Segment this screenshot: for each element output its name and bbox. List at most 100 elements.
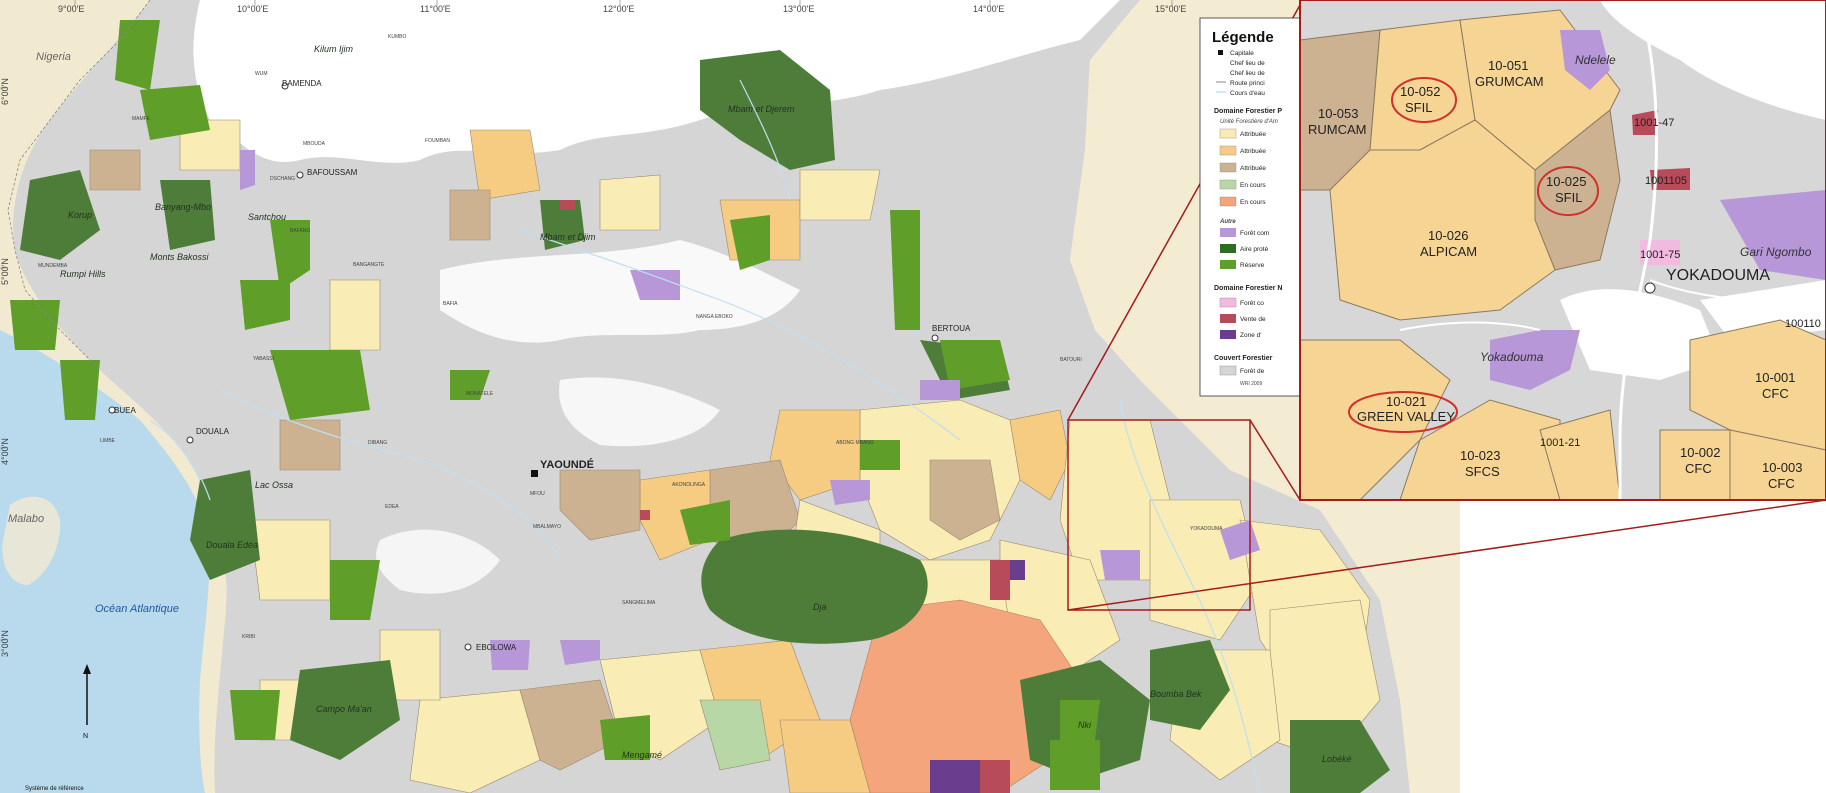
reference-label: Système de référence [25, 786, 84, 792]
park-label-mengame: Mengamé [622, 750, 662, 760]
zoom-name-10-002: CFC [1685, 461, 1712, 476]
city-edea: EDEA [385, 504, 399, 510]
city-dibang: DIBANG [368, 440, 387, 446]
legend-swatch-9 [1219, 297, 1237, 308]
zoom-name-10-026: ALPICAM [1420, 244, 1477, 259]
legend-swatch-5 [1219, 196, 1237, 207]
legend-item-reserve: Réserve [1240, 262, 1265, 269]
legend-swatch-2 [1219, 145, 1237, 156]
zoom-id-10-021: 10-021 [1386, 394, 1426, 409]
north-label: N [83, 733, 88, 740]
park-label-lac-ossa: Lac Ossa [255, 480, 293, 490]
city-marker-ebolowa [464, 643, 472, 651]
park-label-nki: Nki [1078, 720, 1092, 730]
legend-item-foret-co: Forêt co [1240, 300, 1264, 307]
legend-item-vente: Vente de [1240, 316, 1266, 323]
park-label-banyang: Banyang-Mbo [155, 202, 211, 212]
zoom-name-10-025: SFIL [1555, 190, 1582, 205]
park-label-boumba: Boumba Bek [1150, 689, 1202, 699]
legend-title: Légende [1212, 29, 1274, 46]
legend-sub-autre: Autre [1219, 219, 1236, 225]
city-bafoussam: BAFOUSSAM [307, 168, 358, 177]
park-label-campo: Campo Ma'an [316, 704, 372, 714]
zoom-plot-1: 1001-47 [1634, 117, 1674, 129]
city-yabassi: YABASSI [253, 356, 274, 362]
city-mbalmayo: MBALMAYO [533, 524, 561, 530]
park-label-rumpi: Rumpi Hills [60, 269, 106, 279]
zoom-id-10-026: 10-026 [1428, 228, 1468, 243]
legend-swatch-12 [1219, 365, 1237, 376]
city-akonolinga: AKONOLINGA [672, 482, 706, 488]
city-yaounde: YAOUNDÉ [540, 458, 594, 471]
zoom-name-10-003: CFC [1768, 476, 1795, 491]
city-yokadouma: YOKADOUMA [1190, 526, 1223, 532]
coord-12e: 12°00'E [603, 4, 634, 14]
city-sangmelima: SANGMELIMA [622, 600, 656, 606]
legend-section-dfnp: Domaine Forestier N [1214, 285, 1282, 292]
legend-item-route: Route princi [1230, 80, 1265, 87]
zoom-id-10-052: 10-052 [1400, 84, 1440, 99]
zoom-plot-2: 1001105 [1645, 175, 1687, 187]
city-bertoua: BERTOUA [932, 324, 971, 333]
legend-item-river: Cours d'eau [1230, 90, 1265, 97]
city-mfou: MFOU [530, 491, 545, 497]
city-dschang: DSCHANG [270, 176, 295, 182]
zoom-name-10-052: SFIL [1405, 100, 1432, 115]
coord-6n: 6°00'N [0, 78, 10, 105]
city-wum: WUM [255, 71, 268, 77]
zoom-plot-5: 100110 [1785, 318, 1821, 330]
zoom-name-10-023: SFCS [1465, 464, 1500, 479]
city-bamenda: BAMENDA [282, 79, 322, 88]
park-label-mbam-djim: Mbam et Djim [540, 232, 596, 242]
coord-11e: 11°00'E [420, 4, 451, 14]
legend-sub-ufa: Unité Forestière d'Am [1220, 119, 1278, 125]
zoom-plot-4: 1001-21 [1540, 437, 1580, 449]
zoom-label-yokadouma-park: Yokadouma [1480, 350, 1544, 364]
city-kribi: KRIBI [242, 634, 255, 640]
coord-5n: 5°00'N [0, 258, 10, 285]
legend-item-zone: Zone d' [1240, 332, 1261, 339]
city-buea: BUEA [114, 406, 136, 415]
legend-item-foret-dense: Forêt de [1240, 368, 1265, 375]
legend-item-chef-lieu-2: Chef lieu de [1230, 70, 1265, 77]
zoom-label-ndelele: Ndelele [1575, 53, 1616, 67]
zoom-id-10-023: 10-023 [1460, 448, 1500, 463]
coord-9e: 9°00'E [58, 4, 84, 14]
zoom-name-10-021: GREEN VALLEY [1357, 409, 1455, 424]
coord-13e: 13°00'E [783, 4, 814, 14]
legend-swatch-8 [1220, 260, 1236, 269]
park-label-korup: Korup [68, 210, 92, 220]
legend-swatch-7 [1220, 244, 1236, 253]
capital-marker [531, 470, 538, 477]
city-abong: ABONG MBANG [836, 440, 874, 446]
city-batouri: BATOURI [1060, 357, 1082, 363]
park-label-kilum: Kilum Ijim [314, 44, 354, 54]
city-monatele: MONATELE [466, 391, 494, 397]
zoom-label-yokadouma-city: YOKADOUMA [1666, 267, 1770, 284]
zoom-id-10-003: 10-003 [1762, 460, 1802, 475]
city-nanga: NANGA EBOKO [696, 314, 733, 320]
zoom-id-10-053: 10-053 [1318, 106, 1358, 121]
zoom-inset: 10-051 GRUMCAM 10-052 SFIL 10-053 RUMCAM… [1299, 0, 1826, 501]
city-marker-douala [186, 436, 194, 444]
zoom-name-10-051: GRUMCAM [1475, 74, 1544, 89]
legend-swatch-11 [1220, 330, 1236, 339]
legend-footer: WRI 2009 [1240, 381, 1262, 387]
city-ebolowa: EBOLOWA [476, 643, 517, 652]
city-bafang: BAFANG [290, 228, 310, 234]
country-label-malabo: Malabo [8, 513, 44, 525]
legend-capital-symbol [1218, 50, 1223, 55]
city-mamfe: MAMFE [132, 116, 151, 122]
city-kumbo: KUMBO [388, 34, 406, 40]
forest-map: 9°00'E 10°00'E 11°00'E 12°00'E 13°00'E 1… [0, 0, 1826, 793]
coord-4n: 4°00'N [0, 438, 10, 465]
zoom-id-10-025: 10-025 [1546, 174, 1586, 189]
park-label-mbam-djerem: Mbam et Djerem [728, 104, 795, 114]
city-foumban: FOUMBAN [425, 138, 450, 144]
zoom-name-10-001: CFC [1762, 386, 1789, 401]
legend-item-encours-1: En cours [1240, 182, 1266, 189]
zoom-name-10-053: RUMCAM [1308, 122, 1367, 137]
coord-10e: 10°00'E [237, 4, 268, 14]
coord-3n: 3°00'N [0, 630, 10, 657]
park-label-douala-edea: Douala Edéa [206, 540, 258, 550]
